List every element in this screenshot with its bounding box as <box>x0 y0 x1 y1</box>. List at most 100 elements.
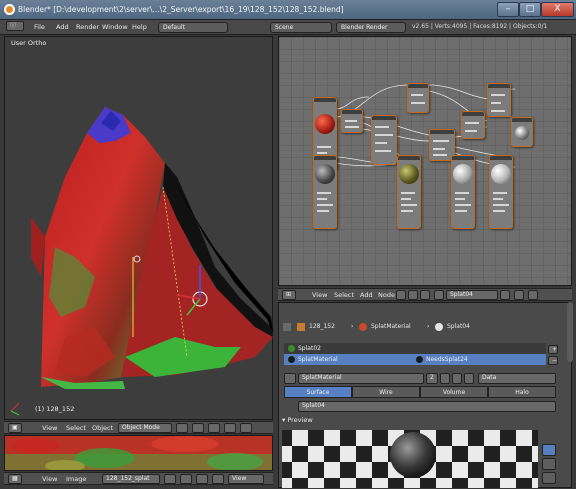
material-sphere-icon <box>416 356 423 363</box>
material-name-field[interactable]: Splat04 <box>446 290 498 300</box>
texture-nodes-icon[interactable] <box>420 290 430 300</box>
menu-file[interactable]: File <box>34 23 45 31</box>
menu-render[interactable]: Render <box>76 23 99 31</box>
editor-type-icon[interactable]: ⓘ <box>6 21 24 31</box>
texture-node-olive[interactable] <box>397 155 421 229</box>
image-browse-icon[interactable] <box>164 474 176 484</box>
node-material-field[interactable]: Splat04 <box>298 401 556 412</box>
texture-node[interactable] <box>371 115 397 165</box>
editor-type-icon[interactable]: ▣ <box>8 423 22 433</box>
preview-cube-button[interactable] <box>542 458 556 470</box>
fake-user-icon[interactable] <box>440 373 450 384</box>
slot-extra-label: NeedsSplat24 <box>426 356 468 363</box>
breadcrumb-node[interactable]: Splat04 <box>447 323 470 330</box>
render-engine-dropdown[interactable]: Blender Render <box>336 22 406 33</box>
unlink-icon[interactable] <box>528 290 538 300</box>
blender-logo-icon <box>4 4 15 15</box>
close-button[interactable]: X <box>541 2 574 17</box>
scene-dropdown[interactable]: Scene <box>270 22 332 33</box>
layout-dropdown[interactable]: Default <box>158 22 228 33</box>
viewport-select-menu[interactable]: Select <box>66 424 86 432</box>
properties-scrollbar[interactable] <box>567 302 573 362</box>
uv-image-menu[interactable]: Image <box>66 475 86 483</box>
remove-slot-button[interactable]: − <box>548 356 558 365</box>
mode-dropdown[interactable]: Object Mode <box>118 423 172 433</box>
mixrgb-node[interactable] <box>341 109 363 133</box>
material-users-icon[interactable] <box>500 290 510 300</box>
compositing-nodes-icon[interactable] <box>408 290 418 300</box>
add-material-icon[interactable] <box>452 373 462 384</box>
breadcrumb-material[interactable]: SplatMaterial <box>371 323 411 330</box>
preview-panel-header[interactable]: ▾ Preview <box>282 416 313 424</box>
uv-editor-header: ▦ View Image 128_152_splat View <box>4 472 273 485</box>
node-add-menu[interactable]: Add <box>360 291 373 299</box>
texture-node-dark[interactable] <box>313 155 337 229</box>
mesh-icon <box>297 323 305 331</box>
texture-node-white[interactable] <box>489 155 513 229</box>
fake-user-icon[interactable] <box>514 290 524 300</box>
image-pin-icon[interactable] <box>180 474 192 484</box>
preview-sphere-button[interactable] <box>542 444 556 456</box>
geometry-node[interactable] <box>407 83 429 113</box>
pin-icon[interactable] <box>283 323 291 331</box>
scene-stats: v2.65 | Verts:4095 | Faces:8192 | Object… <box>412 23 548 30</box>
tab-volume[interactable]: Volume <box>420 386 488 398</box>
image-name-field[interactable]: 128_152_splat <box>102 474 160 484</box>
material-slot[interactable]: Splat02 <box>284 343 546 354</box>
material-browse-icon[interactable] <box>284 373 296 384</box>
shading-icon[interactable] <box>176 423 188 433</box>
menu-window[interactable]: Window <box>102 23 128 31</box>
image-new-icon[interactable] <box>196 474 208 484</box>
node-select-menu[interactable]: Select <box>334 291 354 299</box>
info-header: ⓘ File Add Render Window Help Default Sc… <box>0 20 576 35</box>
data-link-dropdown[interactable]: Data <box>478 373 556 384</box>
material-slot-selected[interactable]: SplatMaterial NeedsSplat24 <box>284 354 546 365</box>
shader-nodes-icon[interactable] <box>396 290 406 300</box>
node-node-menu[interactable]: Node <box>378 291 395 299</box>
tab-halo[interactable]: Halo <box>488 386 556 398</box>
texture-node-light[interactable] <box>451 155 475 229</box>
tab-wire[interactable]: Wire <box>352 386 420 398</box>
preview-label: Preview <box>287 416 313 424</box>
minimize-button[interactable]: – <box>497 2 519 17</box>
add-slot-button[interactable]: + <box>548 345 558 354</box>
uv-view-dropdown[interactable]: View <box>228 474 264 484</box>
layer-icon[interactable] <box>224 423 236 433</box>
editor-type-icon[interactable]: ⊞ <box>282 290 296 300</box>
3d-viewport[interactable]: User Ortho (1) 128_152 <box>4 36 273 420</box>
breadcrumb-separator-2: › <box>427 323 430 330</box>
material-browse-icon[interactable] <box>434 290 444 300</box>
uv-image-editor[interactable] <box>4 435 273 471</box>
viewport-header: ▣ View Select Object Object Mode <box>4 421 273 434</box>
node-view-menu[interactable]: View <box>312 291 327 299</box>
uv-view-menu[interactable]: View <box>42 475 57 483</box>
viewport-object-menu[interactable]: Object <box>92 424 113 432</box>
menu-help[interactable]: Help <box>132 23 147 31</box>
node-icon <box>435 323 443 331</box>
menu-add[interactable]: Add <box>56 23 69 31</box>
output-node[interactable] <box>511 117 533 147</box>
manipulator-icon[interactable] <box>208 423 220 433</box>
pivot-icon[interactable] <box>192 423 204 433</box>
maximize-button[interactable]: □ <box>519 2 541 17</box>
unlink-material-icon[interactable] <box>464 373 474 384</box>
slot-color-icon <box>288 345 295 352</box>
mixrgb-node-2[interactable] <box>487 83 511 117</box>
viewport-view-menu[interactable]: View <box>42 424 57 432</box>
material-name-input[interactable]: SplatMaterial <box>298 373 424 384</box>
active-object-label: (1) 128_152 <box>35 405 75 413</box>
preview-monkey-button[interactable] <box>542 472 556 484</box>
node-editor[interactable] <box>278 36 572 286</box>
material-users-count[interactable]: 2 <box>426 373 438 384</box>
blender-window: Blender* [D:\development\2\server\...\2_… <box>0 0 576 489</box>
slot-color-icon <box>288 356 295 363</box>
image-channel-icon[interactable] <box>212 474 224 484</box>
breadcrumb-separator: › <box>351 323 354 330</box>
editor-type-icon[interactable]: ▦ <box>8 474 22 484</box>
splat-texture-image <box>5 436 272 470</box>
math-node[interactable] <box>461 111 485 139</box>
title-bar: Blender* [D:\development\2\server\...\2_… <box>0 0 576 20</box>
tab-surface[interactable]: Surface <box>284 386 352 398</box>
breadcrumb-object[interactable]: 128_152 <box>309 323 335 330</box>
snap-icon[interactable] <box>240 423 252 433</box>
